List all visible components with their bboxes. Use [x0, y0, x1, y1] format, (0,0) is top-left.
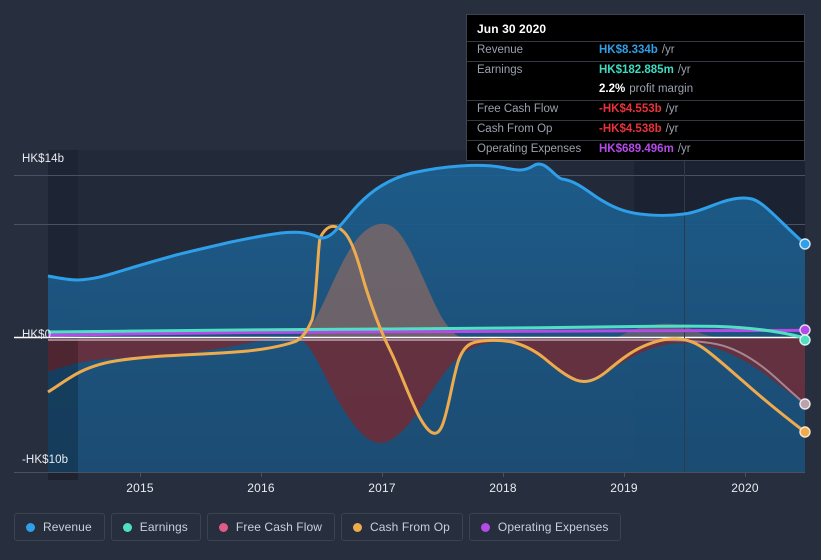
tooltip-unit-revenue: /yr: [661, 44, 675, 56]
tooltip-value-free-cash-flow: -HK$4.553b: [599, 103, 662, 115]
x-axis-label-2017: 2017: [368, 481, 396, 495]
legend-dot-revenue-icon: [26, 522, 35, 532]
x-axis-label-2015: 2015: [126, 481, 154, 495]
chart-plot-area: [0, 150, 821, 480]
legend-item-earnings[interactable]: Earnings: [110, 513, 201, 541]
legend-item-operating-expenses[interactable]: Operating Expenses: [468, 513, 622, 541]
chart-svg: [14, 150, 811, 480]
y-axis-label-bottom: -HK$10b: [22, 454, 69, 466]
legend-item-free-cash-flow[interactable]: Free Cash Flow: [206, 513, 336, 541]
tooltip-value-cash-from-op: -HK$4.538b: [599, 123, 662, 135]
tooltip-label-revenue: Revenue: [477, 44, 524, 56]
x-axis-label-2020: 2020: [731, 481, 759, 495]
tooltip-unit-profit-margin: profit margin: [629, 83, 694, 95]
tooltip-value-operating-expenses: HK$689.496m: [599, 143, 674, 155]
legend-label-operating-expenses: Operating Expenses: [497, 520, 609, 534]
tooltip-date-title: Jun 30 2020: [477, 22, 547, 36]
tooltip-label-earnings: Earnings: [477, 64, 523, 76]
tooltip-unit-earnings: /yr: [677, 64, 691, 76]
tooltip-row-free-cash-flow: Free Cash Flow -HK$4.553b /yr: [467, 100, 804, 120]
tooltip-value-earnings: HK$182.885m: [599, 64, 674, 76]
x-axis-label-2019: 2019: [610, 481, 638, 495]
tooltip-row-revenue: Revenue HK$8.334b /yr: [467, 41, 804, 61]
tooltip-row-operating-expenses: Operating Expenses HK$689.496m /yr: [467, 140, 804, 160]
tooltip-row-cash-from-op: Cash From Op -HK$4.538b /yr: [467, 120, 804, 140]
legend-item-cash-from-op[interactable]: Cash From Op: [341, 513, 463, 541]
legend-dot-operating-expenses-icon: [480, 522, 490, 532]
x-axis-label-2016: 2016: [247, 481, 275, 495]
x-axis-label-2018: 2018: [489, 481, 517, 495]
tooltip-value-profit-margin: 2.2%: [599, 83, 626, 95]
legend-dot-free-cash-flow-icon: [218, 522, 228, 532]
legend-label-cash-from-op: Cash From Op: [370, 520, 450, 534]
legend-dot-earnings-icon: [122, 522, 132, 532]
tooltip-unit-free-cash-flow: /yr: [665, 103, 679, 115]
legend-item-revenue[interactable]: Revenue: [14, 513, 105, 541]
data-tooltip: Jun 30 2020 Revenue HK$8.334b /yr Earnin…: [466, 14, 805, 161]
tooltip-label-operating-expenses: Operating Expenses: [477, 143, 582, 155]
chart-root: HK$14b HK$0 -HK$10b 2015 2016 2017 2018 …: [0, 0, 821, 560]
tooltip-row-profit-margin: 2.2% profit margin: [467, 81, 804, 100]
tooltip-unit-operating-expenses: /yr: [677, 143, 691, 155]
legend-label-revenue: Revenue: [43, 520, 92, 534]
tooltip-label-cash-from-op: Cash From Op: [477, 123, 553, 135]
legend-label-earnings: Earnings: [139, 520, 188, 534]
tooltip-value-revenue: HK$8.334b: [599, 44, 658, 56]
legend-label-free-cash-flow: Free Cash Flow: [235, 520, 323, 534]
legend-dot-cash-from-op-icon: [353, 522, 363, 532]
tooltip-row-earnings: Earnings HK$182.885m /yr: [467, 61, 804, 81]
tooltip-label-free-cash-flow: Free Cash Flow: [477, 103, 559, 115]
y-axis-label-zero: HK$0: [22, 329, 52, 341]
chart-legend: Revenue Earnings Free Cash Flow Cash Fro…: [14, 513, 622, 541]
tooltip-unit-cash-from-op: /yr: [665, 123, 679, 135]
y-axis-label-top: HK$14b: [22, 153, 65, 165]
